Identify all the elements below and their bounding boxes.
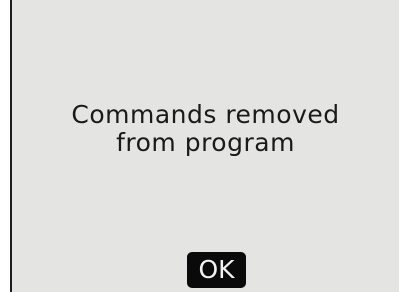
ok-button[interactable]: OK bbox=[187, 252, 246, 288]
message-line-2: from program bbox=[116, 128, 295, 157]
message-line-1: Commands removed bbox=[71, 100, 340, 129]
dialog-message: Commands removed from program bbox=[12, 101, 399, 157]
message-screen: Commands removed from program OK bbox=[10, 0, 399, 292]
